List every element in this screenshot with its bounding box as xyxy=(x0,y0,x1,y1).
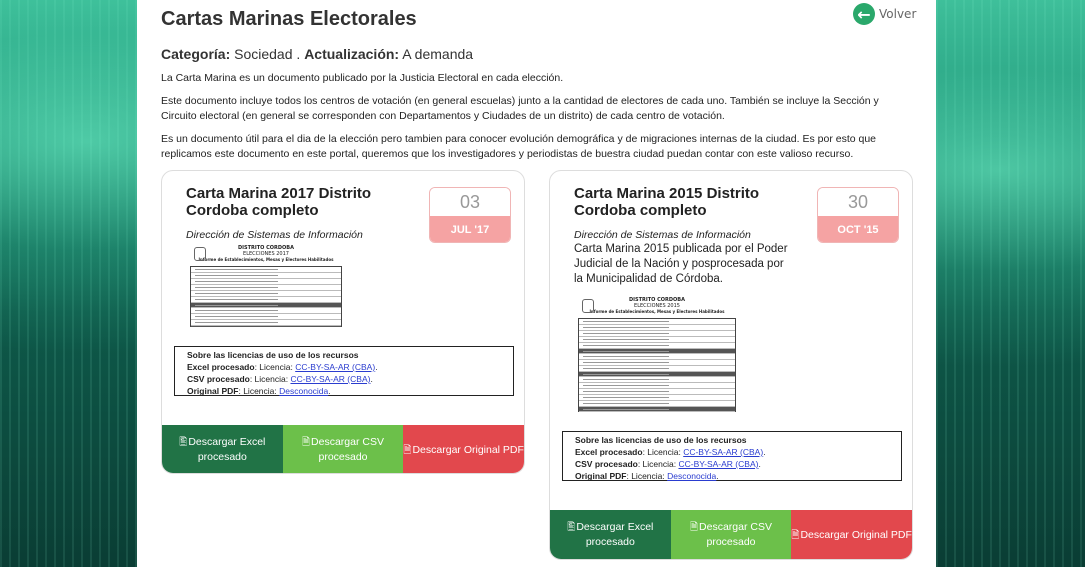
coat-of-arms-icon xyxy=(582,299,594,313)
license-end: . xyxy=(375,362,378,372)
license-end: . xyxy=(328,386,331,396)
license-title: Sobre las licencias de uso de los recurs… xyxy=(575,435,747,445)
organization-name: Dirección de Sistemas de Información xyxy=(186,229,363,241)
download-excel-label: Descargar Excel procesado xyxy=(188,436,266,463)
document-thumbnail[interactable]: DISTRITO CORDOBA ELECCIONES 2017 Informe… xyxy=(190,245,342,327)
license-excel-label: Excel procesado xyxy=(187,362,255,372)
download-pdf-label: Descargar Original PDF xyxy=(412,443,524,456)
coat-of-arms-icon xyxy=(194,247,206,261)
pdf-file-icon: 🗎 xyxy=(403,444,412,456)
page-title: Cartas Marinas Electorales xyxy=(161,8,417,30)
date-month: JUL '17 xyxy=(430,216,510,242)
dataset-meta: Categoría: Sociedad . Actualización: A d… xyxy=(161,46,473,62)
license-csv-link[interactable]: CC-BY-SA-AR (CBA) xyxy=(290,374,370,384)
download-buttons: 🖺Descargar Excel procesado 🗎Descargar CS… xyxy=(550,510,912,559)
download-csv-label: Descargar CSV procesado xyxy=(699,521,772,548)
excel-file-icon: 🖺 xyxy=(179,437,188,448)
license-excel-link[interactable]: CC-BY-SA-AR (CBA) xyxy=(683,447,763,457)
license-pdf-link[interactable]: Desconocida xyxy=(279,386,328,396)
resource-card: Carta Marina 2017 Distrito Cordoba compl… xyxy=(161,170,525,474)
doc-table xyxy=(190,266,342,327)
license-end: . xyxy=(370,374,373,384)
license-csv-label: CSV procesado xyxy=(575,459,638,469)
license-box: Sobre las licencias de uso de los recurs… xyxy=(174,346,514,396)
license-pdf-text: : Licencia: xyxy=(626,471,668,481)
doc-table xyxy=(578,318,736,412)
file-icon: 🗎 xyxy=(302,437,311,448)
license-excel-text: : Licencia: xyxy=(254,362,296,372)
resource-card: Carta Marina 2015 Distrito Cordoba compl… xyxy=(549,170,913,560)
card-title[interactable]: Carta Marina 2015 Distrito Cordoba compl… xyxy=(574,185,794,219)
download-csv-label: Descargar CSV procesado xyxy=(311,436,384,463)
excel-file-icon: 🖺 xyxy=(567,522,576,533)
description-paragraph: Es un documento útil para el dia de la e… xyxy=(161,133,877,160)
download-csv-button[interactable]: 🗎Descargar CSV procesado xyxy=(282,425,404,473)
date-month: OCT '15 xyxy=(818,216,898,242)
category-label: Categoría: xyxy=(161,46,231,62)
license-csv-text: : Licencia: xyxy=(637,459,679,469)
update-label: Actualización: xyxy=(304,46,400,62)
date-badge: 03 JUL '17 xyxy=(429,187,511,243)
license-pdf-link[interactable]: Desconocida xyxy=(667,471,716,481)
license-box: Sobre las licencias de uso de los recurs… xyxy=(562,431,902,481)
back-label: Volver xyxy=(879,7,917,21)
license-pdf-text: : Licencia: xyxy=(238,386,280,396)
document-thumbnail[interactable]: DISTRITO CORDOBA ELECCIONES 2015 Informe… xyxy=(578,297,736,412)
meta-separator: . xyxy=(296,46,301,62)
description-paragraph: Este documento incluye todos los centros… xyxy=(161,95,879,122)
download-excel-button[interactable]: 🖺Descargar Excel procesado xyxy=(550,510,671,559)
category-value: Sociedad xyxy=(234,46,293,62)
date-day: 03 xyxy=(430,188,510,216)
description-paragraph: La Carta Marina es un documento publicad… xyxy=(161,72,564,84)
license-pdf-label: Original PDF xyxy=(575,471,627,481)
download-pdf-button[interactable]: 🗎Descargar Original PDF xyxy=(403,425,524,473)
doc-header-line: Informe de Establecimientos, Mesas y Ele… xyxy=(589,309,725,314)
license-excel-label: Excel procesado xyxy=(575,447,643,457)
download-buttons: 🖺Descargar Excel procesado 🗎Descargar CS… xyxy=(162,425,524,473)
organization-name: Dirección de Sistemas de Información xyxy=(574,229,751,241)
pdf-file-icon: 🗎 xyxy=(791,529,800,541)
license-pdf-label: Original PDF xyxy=(187,386,239,396)
license-csv-link[interactable]: CC-BY-SA-AR (CBA) xyxy=(678,459,758,469)
date-badge: 30 OCT '15 xyxy=(817,187,899,243)
license-end: . xyxy=(758,459,761,469)
date-day: 30 xyxy=(818,188,898,216)
license-end: . xyxy=(763,447,766,457)
download-excel-label: Descargar Excel procesado xyxy=(576,521,654,548)
download-csv-button[interactable]: 🗎Descargar CSV procesado xyxy=(670,510,792,559)
card-title[interactable]: Carta Marina 2017 Distrito Cordoba compl… xyxy=(186,185,406,219)
license-title: Sobre las licencias de uso de los recurs… xyxy=(187,350,359,360)
license-end: . xyxy=(716,471,719,481)
license-csv-label: CSV procesado xyxy=(187,374,250,384)
download-pdf-button[interactable]: 🗎Descargar Original PDF xyxy=(791,510,912,559)
download-pdf-label: Descargar Original PDF xyxy=(800,528,912,541)
file-icon: 🗎 xyxy=(690,522,699,533)
license-excel-text: : Licencia: xyxy=(642,447,684,457)
card-description: Carta Marina 2015 publicada por el Poder… xyxy=(574,243,788,285)
update-value: A demanda xyxy=(402,46,474,62)
back-button[interactable]: ← Volver xyxy=(853,3,916,25)
doc-header-line: Informe de Establecimientos, Mesas y Ele… xyxy=(198,257,334,262)
download-excel-button[interactable]: 🖺Descargar Excel procesado xyxy=(162,425,283,473)
license-csv-text: : Licencia: xyxy=(249,374,291,384)
arrow-left-icon: ← xyxy=(853,3,875,25)
license-excel-link[interactable]: CC-BY-SA-AR (CBA) xyxy=(295,362,375,372)
